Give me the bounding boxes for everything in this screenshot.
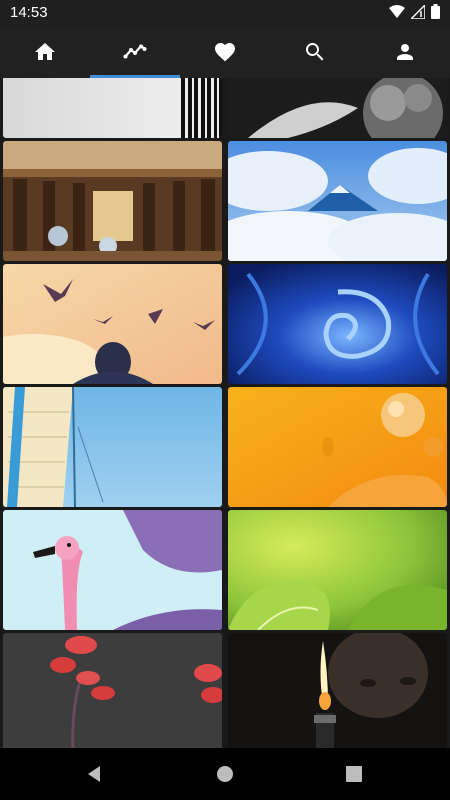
wallpaper-image	[3, 141, 222, 261]
signal-icon	[411, 4, 425, 19]
wifi-icon	[389, 4, 405, 18]
back-icon	[88, 766, 100, 782]
wallpaper-tile[interactable]	[228, 141, 447, 261]
tab-search[interactable]	[270, 26, 360, 78]
home-circle-icon	[217, 766, 233, 782]
wallpaper-image	[228, 78, 447, 138]
wallpaper-tile[interactable]	[3, 510, 222, 630]
trending-icon	[123, 44, 147, 59]
heart-icon	[215, 43, 235, 62]
top-nav	[0, 26, 450, 78]
wallpaper-image	[228, 264, 447, 384]
status-bar: 14:53	[0, 0, 450, 26]
status-icons	[389, 4, 440, 19]
wallpaper-image	[228, 387, 447, 507]
tab-profile[interactable]	[360, 26, 450, 78]
recents-button[interactable]	[342, 762, 366, 786]
search-icon	[306, 43, 324, 61]
wallpaper-tile[interactable]	[228, 510, 447, 630]
wallpaper-tile[interactable]	[3, 264, 222, 384]
wallpaper-tile[interactable]	[228, 633, 447, 748]
tab-home[interactable]	[0, 26, 90, 78]
wallpaper-tile[interactable]	[3, 78, 222, 138]
wallpaper-tile[interactable]	[228, 264, 447, 384]
wallpaper-image	[228, 510, 447, 630]
back-button[interactable]	[82, 762, 106, 786]
status-time: 14:53	[10, 4, 48, 21]
wallpaper-image	[228, 141, 447, 261]
wallpaper-tile[interactable]	[3, 141, 222, 261]
wallpaper-image	[228, 633, 447, 748]
wallpaper-tile[interactable]	[3, 633, 222, 748]
recents-icon	[346, 766, 362, 782]
wallpaper-tile[interactable]	[228, 78, 447, 138]
system-nav-bar	[0, 748, 450, 800]
wallpaper-image	[3, 510, 222, 630]
wallpaper-tile[interactable]	[228, 387, 447, 507]
home-icon	[35, 43, 55, 60]
wallpaper-grid[interactable]	[0, 78, 450, 748]
tab-trending[interactable]	[90, 26, 180, 78]
home-button[interactable]	[213, 762, 237, 786]
wallpaper-image	[3, 78, 222, 138]
wallpaper-image	[3, 387, 222, 507]
battery-icon	[431, 4, 440, 19]
tab-favorites[interactable]	[180, 26, 270, 78]
wallpaper-tile[interactable]	[3, 387, 222, 507]
wallpaper-image	[3, 264, 222, 384]
wallpaper-image	[3, 633, 222, 748]
person-icon	[397, 44, 413, 60]
